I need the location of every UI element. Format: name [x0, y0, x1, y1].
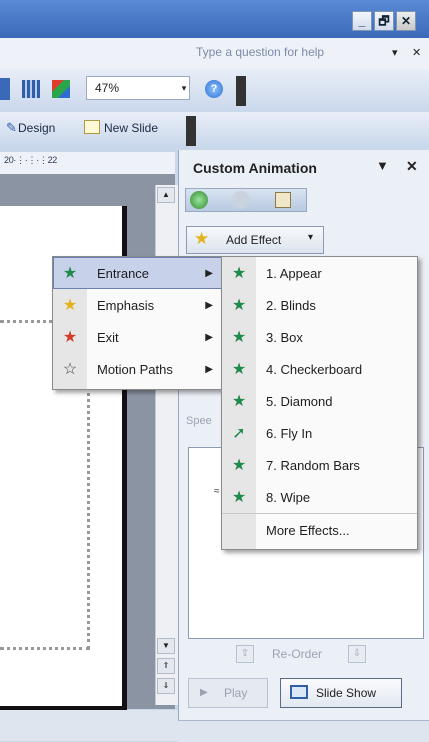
next-slide-button[interactable]: ⇓ [157, 678, 175, 694]
menu-item-appear[interactable]: ★ 1. Appear [222, 257, 417, 289]
menu-item-checkerboard[interactable]: ★ 4. Checkerboard [222, 353, 417, 385]
pane-bottom-bar [178, 720, 429, 742]
menu-item-label: 2. Blinds [266, 297, 316, 313]
menu-item-label: Emphasis [97, 297, 155, 313]
speed-label: Spee [186, 415, 212, 427]
slide-show-label: Slide Show [316, 686, 377, 700]
pane-close-icon[interactable]: ✕ [406, 158, 418, 175]
zoom-select[interactable]: 47% [86, 76, 190, 100]
entrance-star-icon: ★ [231, 393, 247, 410]
new-slide-icon [84, 120, 100, 134]
menu-item-fly-in[interactable]: ➚ 6. Fly In [222, 417, 417, 449]
menu-item-label: 8. Wipe [266, 489, 311, 505]
slide-show-icon [290, 685, 308, 699]
toolbar-options-handle-2[interactable] [186, 116, 196, 146]
drawing-toolbar [0, 112, 429, 146]
fly-in-icon: ➚ [232, 425, 246, 442]
menu-item-label: 5. Diamond [266, 393, 333, 409]
menu-item-label: More Effects... [266, 522, 350, 538]
restore-button[interactable]: 🗗 [374, 11, 394, 31]
reorder-label: Re-Order [272, 647, 323, 661]
design-icon: ✎ [6, 120, 17, 135]
pane-title: Custom Animation [193, 160, 317, 176]
help-icon[interactable]: ? [205, 80, 223, 98]
back-icon[interactable] [190, 191, 208, 209]
entrance-star-icon: ★ [62, 265, 78, 282]
toolbar-button-edge[interactable] [0, 78, 10, 100]
menu-item-box[interactable]: ★ 3. Box [222, 321, 417, 353]
list-item-marker: ≈ [214, 486, 220, 497]
pane-menu-icon[interactable]: ▼ [376, 158, 389, 173]
color-scheme-icon[interactable] [52, 80, 70, 98]
menu-item-label: 3. Box [266, 329, 303, 345]
new-slide-button[interactable]: New Slide [104, 121, 158, 135]
menu-item-entrance[interactable]: ★ Entrance ▶ [53, 257, 223, 289]
menu-item-exit[interactable]: ★ Exit ▶ [53, 321, 223, 353]
add-effect-menu: ★ Entrance ▶ ★ Emphasis ▶ ★ Exit ▶ ☆ Mot… [52, 256, 224, 390]
add-effect-star-icon: ★ [194, 229, 210, 248]
submenu-arrow-icon: ▶ [205, 299, 213, 311]
close-window-button[interactable]: ✕ [396, 11, 416, 31]
submenu-arrow-icon: ▶ [205, 331, 213, 343]
design-button[interactable]: Design [18, 121, 55, 135]
forward-icon [232, 191, 250, 209]
reorder-down-button: ⇩ [348, 645, 366, 663]
table-grid-icon[interactable] [22, 80, 40, 98]
submenu-arrow-icon: ▶ [205, 267, 213, 279]
menu-item-label: 4. Checkerboard [266, 361, 363, 377]
menu-item-motion-paths[interactable]: ☆ Motion Paths ▶ [53, 353, 223, 385]
help-dropdown-icon[interactable]: ▾ [392, 46, 398, 59]
toolbar-options-handle[interactable] [236, 76, 246, 106]
menu-item-wipe[interactable]: ★ 8. Wipe [222, 481, 417, 513]
reorder-up-button: ⇧ [236, 645, 254, 663]
menu-item-label: 6. Fly In [266, 425, 313, 441]
scroll-up-button[interactable]: ▲ [157, 187, 175, 203]
entrance-star-icon: ★ [231, 329, 247, 346]
add-effect-dropdown-icon: ▾ [308, 232, 314, 243]
entrance-star-icon: ★ [231, 265, 247, 282]
emphasis-star-icon: ★ [62, 297, 78, 314]
menu-item-label: 7. Random Bars [266, 457, 360, 473]
entrance-effects-submenu: ★ 1. Appear ★ 2. Blinds ★ 3. Box ★ 4. Ch… [221, 256, 418, 550]
menu-item-blinds[interactable]: ★ 2. Blinds [222, 289, 417, 321]
scroll-down-button[interactable]: ▼ [157, 638, 175, 654]
add-effect-label: Add Effect [226, 233, 282, 247]
exit-star-icon: ★ [62, 329, 78, 346]
play-icon: ▶ [200, 687, 208, 698]
menu-item-label: 1. Appear [266, 265, 322, 281]
motion-path-star-icon: ☆ [62, 361, 78, 378]
previous-slide-button[interactable]: ⇑ [157, 658, 175, 674]
menu-close-icon[interactable]: ✕ [412, 46, 421, 59]
minimize-button[interactable]: _ [352, 11, 372, 31]
zoom-dropdown-icon[interactable]: ▾ [178, 76, 190, 100]
entrance-star-icon: ★ [231, 489, 247, 506]
entrance-star-icon: ★ [231, 457, 247, 474]
submenu-arrow-icon: ▶ [205, 363, 213, 375]
menu-item-label: Motion Paths [97, 361, 173, 377]
entrance-star-icon: ★ [231, 361, 247, 378]
menu-item-more-effects[interactable]: More Effects... [222, 513, 417, 546]
menu-item-label: Entrance [97, 265, 150, 281]
menu-item-label: Exit [97, 329, 119, 345]
ruler-marks: 20·⋮·⋮·⋮22 [4, 155, 58, 165]
entrance-star-icon: ★ [231, 297, 247, 314]
horizontal-scroll-area[interactable] [0, 710, 178, 741]
play-label: Play [224, 686, 248, 700]
menu-item-diamond[interactable]: ★ 5. Diamond [222, 385, 417, 417]
help-search-input[interactable]: Type a question for help [196, 42, 390, 62]
home-icon[interactable] [275, 192, 291, 208]
menu-item-emphasis[interactable]: ★ Emphasis ▶ [53, 289, 223, 321]
menu-item-random-bars[interactable]: ★ 7. Random Bars [222, 449, 417, 481]
